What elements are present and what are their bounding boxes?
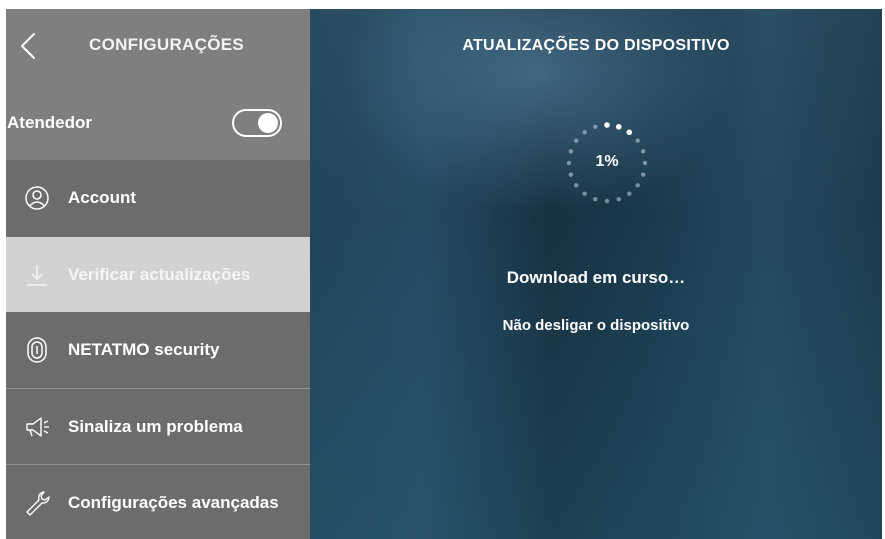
spinner-dot xyxy=(640,172,646,177)
toggle-knob xyxy=(258,113,278,133)
menu-item-label: Configurações avançadas xyxy=(68,493,279,512)
spinner-dot xyxy=(593,196,598,202)
sidebar-header: CONFIGURAÇÕES xyxy=(6,9,310,85)
device-screen: CONFIGURAÇÕES Atendedor Account Verifica… xyxy=(6,9,882,539)
spinner-dot xyxy=(604,198,610,204)
progress-percentage: 1% xyxy=(595,153,619,170)
download-status: Download em curso… xyxy=(506,268,686,287)
power-warning: Não desligar o dispositivo xyxy=(502,317,690,334)
menu-item-report-problem[interactable]: Sinaliza um problema xyxy=(6,389,310,464)
spinner-dot xyxy=(574,138,579,143)
menu-item-label: NETATMO security xyxy=(68,340,220,359)
menu-item-label: Account xyxy=(68,188,136,207)
spinner-dot xyxy=(635,138,640,143)
megaphone-icon xyxy=(26,417,49,437)
spinner-dot xyxy=(582,191,587,196)
spinner-dot xyxy=(626,129,633,136)
user-circle-icon xyxy=(25,186,49,210)
answering-machine-toggle[interactable] xyxy=(232,109,282,137)
back-button[interactable] xyxy=(16,29,46,63)
answering-machine-row: Atendedor xyxy=(6,85,310,160)
wrench-icon xyxy=(26,491,50,516)
menu-item-account[interactable]: Account xyxy=(6,160,310,235)
chevron-left-icon xyxy=(21,33,35,59)
fingerprint-icon xyxy=(27,337,47,363)
spinner-dot xyxy=(616,196,621,202)
menu-item-netatmo-security[interactable]: NETATMO security xyxy=(6,312,310,387)
download-icon xyxy=(27,265,47,286)
update-panel: ATUALIZAÇÕES DO DISPOSITIVO 1% Download … xyxy=(310,9,882,539)
menu-item-label: Verificar actualizações xyxy=(68,265,251,284)
spinner-dot xyxy=(582,130,587,135)
spinner-dot xyxy=(635,183,640,188)
menu-item-advanced-settings[interactable]: Configurações avançadas xyxy=(6,465,310,539)
spinner-dot xyxy=(593,124,598,130)
answering-machine-label: Atendedor xyxy=(7,113,92,132)
spinner-dot xyxy=(568,172,574,177)
menu-item-check-updates[interactable]: Verificar actualizações xyxy=(6,237,310,312)
spinner-dot xyxy=(574,183,579,188)
settings-sidebar: CONFIGURAÇÕES Atendedor Account Verifica… xyxy=(6,9,310,539)
spinner-dot xyxy=(604,122,610,128)
spinner-dot xyxy=(615,124,622,130)
spinner-dot xyxy=(627,191,632,196)
menu-item-label: Sinaliza um problema xyxy=(68,417,243,436)
page-title: ATUALIZAÇÕES DO DISPOSITIVO xyxy=(462,37,730,54)
sidebar-title: CONFIGURAÇÕES xyxy=(89,35,245,54)
